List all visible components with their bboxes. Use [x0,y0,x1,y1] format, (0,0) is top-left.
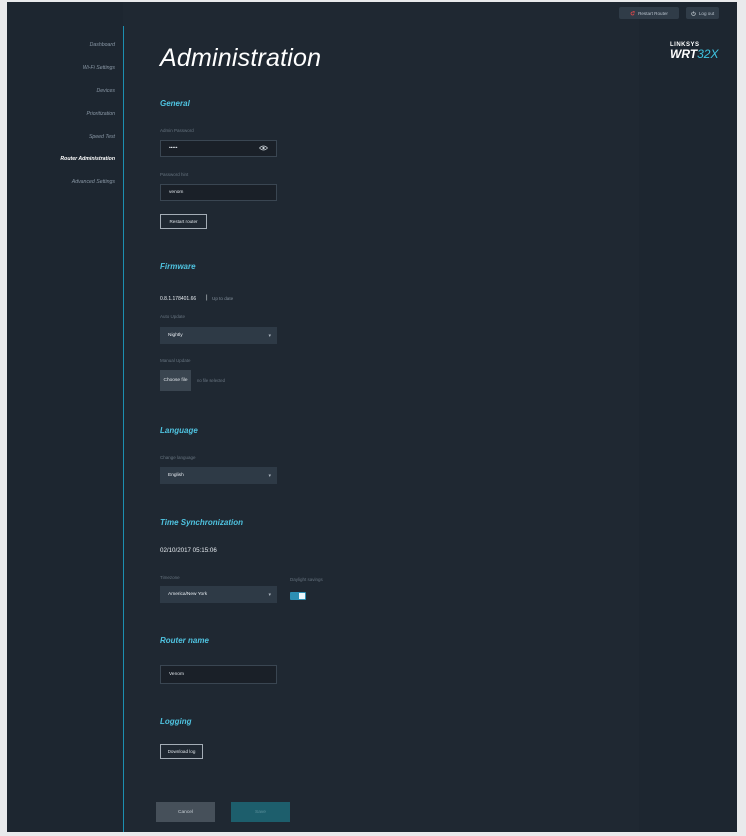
sidebar-item-speed-test[interactable]: Speed Test [89,134,115,140]
logo-model: WRT32X [670,47,718,61]
sidebar-divider [123,26,124,832]
manual-update-label: Manual Update [160,358,191,363]
admin-password-field[interactable]: ••••• [160,140,277,157]
sidebar-item-devices[interactable]: Devices [97,88,115,94]
chevron-down-icon: ▾ [268,332,271,339]
admin-password-value: ••••• [169,146,178,151]
password-hint-label: Password hint [160,172,189,177]
download-log-button[interactable]: Download log [160,744,203,759]
restart-icon [630,10,635,16]
save-button[interactable]: Save [231,802,290,822]
logging-section-title: Logging [160,717,192,726]
firmware-section-title: Firmware [160,262,196,271]
timezone-select[interactable]: America/New York ▾ [160,586,277,603]
logout-label: Log out [698,10,715,16]
app-window: Dashboard Wi-Fi Settings Devices Priorit… [7,2,737,832]
no-file-text: no file selected [197,378,225,383]
linksys-logo: LINKSYS WRT32X [670,42,718,61]
choose-file-button[interactable]: Choose file [160,370,191,391]
chevron-down-icon: ▾ [268,472,271,479]
show-password-eye-icon[interactable] [258,145,269,153]
router-name-field[interactable]: Venom [160,665,277,684]
general-section-title: General [160,99,190,108]
auto-update-select[interactable]: Nightly ▾ [160,327,277,344]
logout-button[interactable]: Log out [686,7,719,19]
sidebar-item-wifi-settings[interactable]: Wi-Fi Settings [83,65,115,71]
password-hint-field[interactable]: venom [160,184,277,201]
sidebar-item-dashboard[interactable]: Dashboard [90,42,115,48]
language-section-title: Language [160,426,198,435]
admin-password-label: Admin Password [160,128,194,133]
firmware-version: 0.8.1.178401.66 [160,296,197,302]
restart-router-inline-button[interactable]: Restart router [160,214,207,229]
toggle-knob [299,593,305,599]
sidebar-item-prioritization[interactable]: Prioritization [86,111,115,117]
sidebar: Dashboard Wi-Fi Settings Devices Priorit… [7,2,123,832]
right-panel [639,2,737,832]
daylight-savings-toggle[interactable] [290,592,306,600]
chevron-down-icon: ▾ [268,591,271,598]
language-select[interactable]: English ▾ [160,467,277,484]
logo-model-main: WRT [670,47,698,61]
language-value: English [168,473,184,478]
sidebar-item-advanced-settings[interactable]: Advanced Settings [72,179,115,185]
auto-update-value: Nightly [168,333,183,338]
firmware-status: Up to date [212,296,234,301]
page-title: Administration [160,44,322,72]
sidebar-item-router-administration[interactable]: Router Administration [60,156,115,162]
time-sync-section-title: Time Synchronization [160,518,243,527]
timezone-value: America/New York [168,592,208,597]
logo-model-accent: 32X [697,47,719,61]
restart-router-label: Restart Router [638,10,668,16]
daylight-savings-label: Daylight savings [290,577,323,582]
power-icon [691,10,696,16]
cancel-button[interactable]: Cancel [156,802,215,822]
router-name-section-title: Router name [160,636,209,645]
restart-router-button[interactable]: Restart Router [619,7,679,19]
firmware-separator: | [206,295,208,301]
auto-update-label: Auto Update [160,314,186,319]
change-language-label: Change language [160,455,196,460]
timezone-label: Timezone [160,575,180,580]
current-datetime: 02/10/2017 05:15:06 [160,547,217,554]
